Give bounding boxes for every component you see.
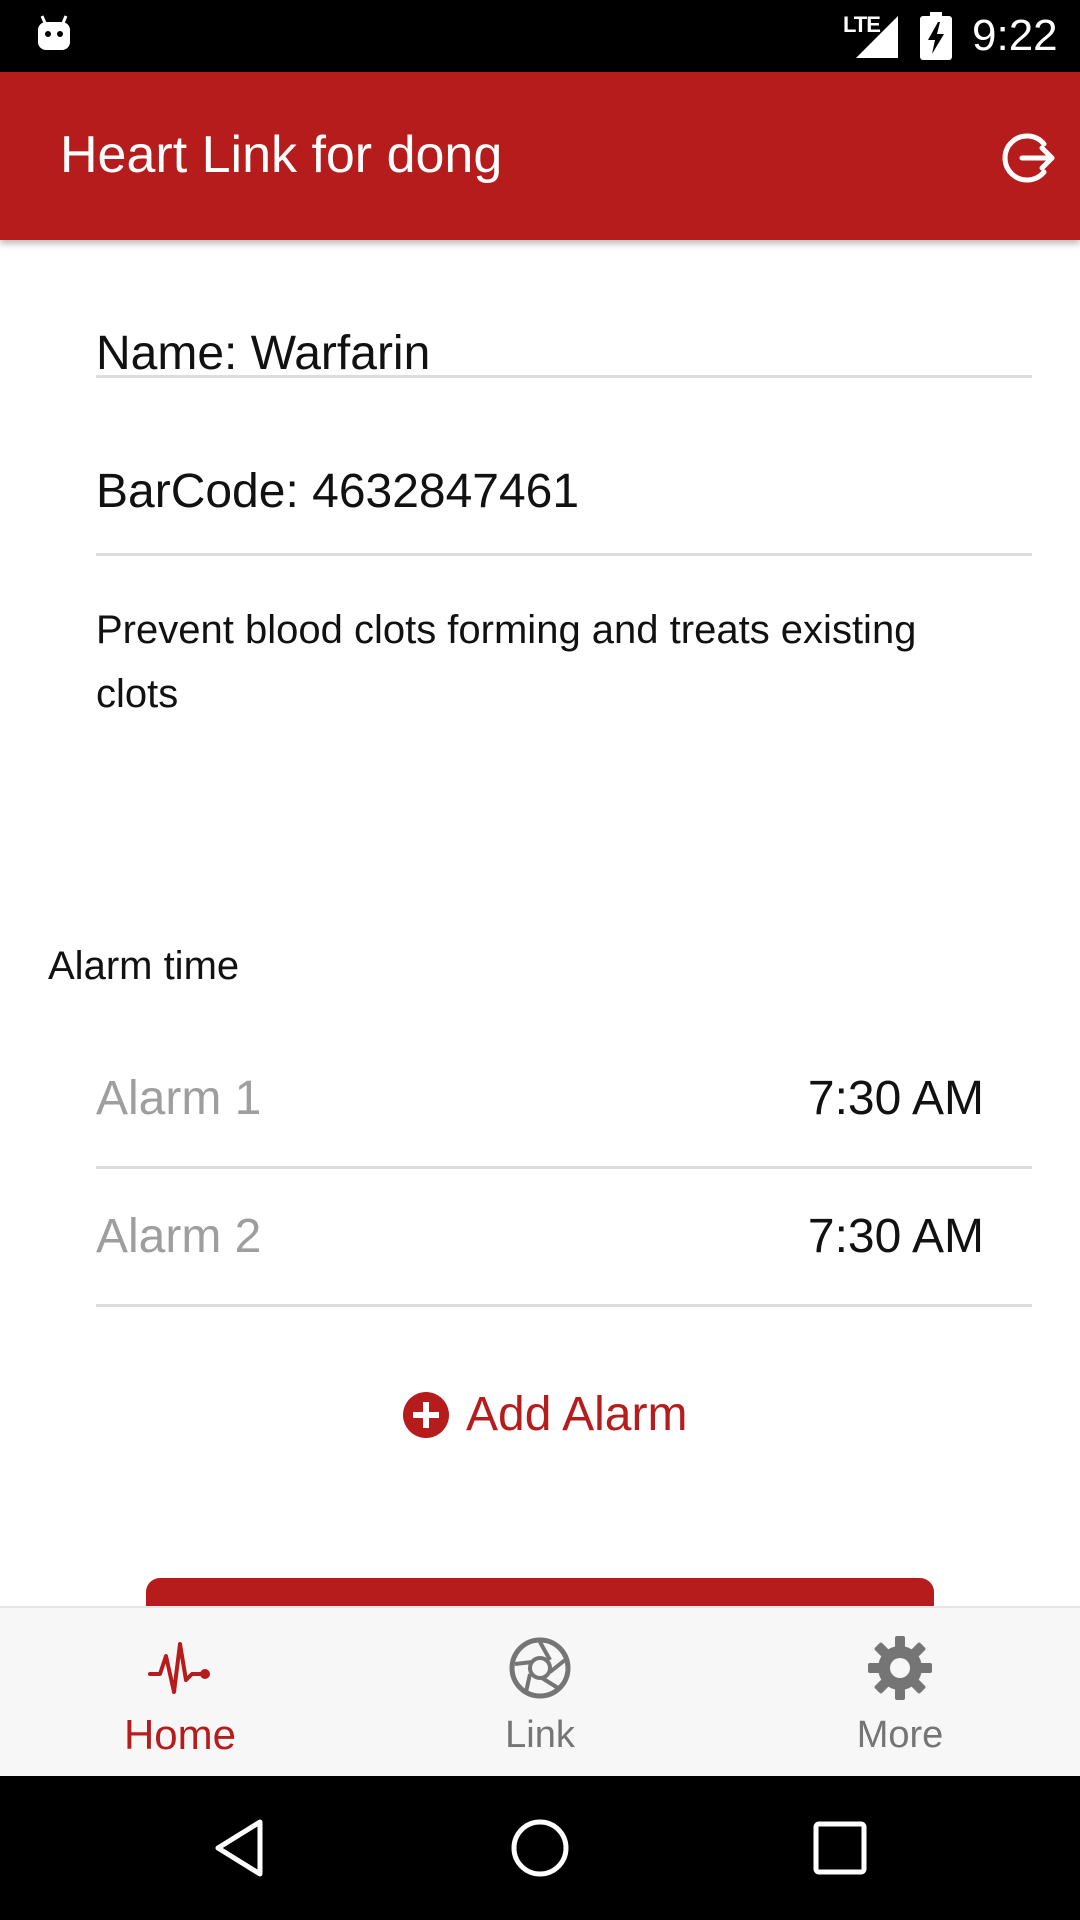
nav-item-link[interactable]: Link [360,1608,720,1778]
back-icon[interactable] [204,1812,276,1884]
alarm-row-1[interactable]: Alarm 1 7:30 AM [96,1031,1032,1169]
nav-item-home[interactable]: Home [0,1608,360,1778]
bottom-navigation: Home Link More [0,1606,1080,1776]
system-navigation-bar [0,1776,1080,1920]
medication-barcode: BarCode: 4632847461 [96,465,580,518]
medication-description: Prevent blood clots forming and treats e… [96,608,917,716]
status-bar: LTE 9:22 [0,0,1080,72]
alarm-label: Alarm 2 [96,1210,262,1263]
add-alarm-label: Add Alarm [466,1388,688,1441]
signal-icon [856,16,898,58]
medication-name: Name: Warfarin [96,327,431,380]
alarm-time-heading: Alarm time [48,944,240,988]
nav-label-more: More [856,1714,944,1756]
alarm-time-value[interactable]: 7:30 AM [808,1209,984,1265]
home-circle-icon[interactable] [504,1812,576,1884]
nav-label-home: Home [123,1711,237,1758]
battery-charging-icon [920,12,952,60]
android-icon [38,15,70,50]
alarm-time-value[interactable]: 7:30 AM [808,1071,984,1127]
app-title: Heart Link for dong [60,126,503,184]
logout-button[interactable] [992,122,1064,194]
app-bar: Heart Link for dong [0,72,1080,240]
alarm-row-2[interactable]: Alarm 2 7:30 AM [96,1169,1032,1307]
nav-label-link: Link [505,1714,575,1756]
barcode-field[interactable]: BarCode: 4632847461 [96,418,1032,556]
aperture-icon [509,1637,571,1699]
alarm-label: Alarm 1 [96,1072,262,1125]
heartbeat-icon [148,1642,210,1694]
recents-square-icon[interactable] [804,1812,876,1884]
plus-circle-icon [403,1392,449,1438]
status-clock: 9:22 [972,11,1058,60]
gear-icon [868,1636,932,1700]
add-alarm-button[interactable]: Add Alarm [402,1380,687,1450]
nav-item-more[interactable]: More [720,1608,1080,1778]
name-field[interactable]: Name: Warfarin [96,240,1032,380]
logout-icon [1002,133,1055,183]
